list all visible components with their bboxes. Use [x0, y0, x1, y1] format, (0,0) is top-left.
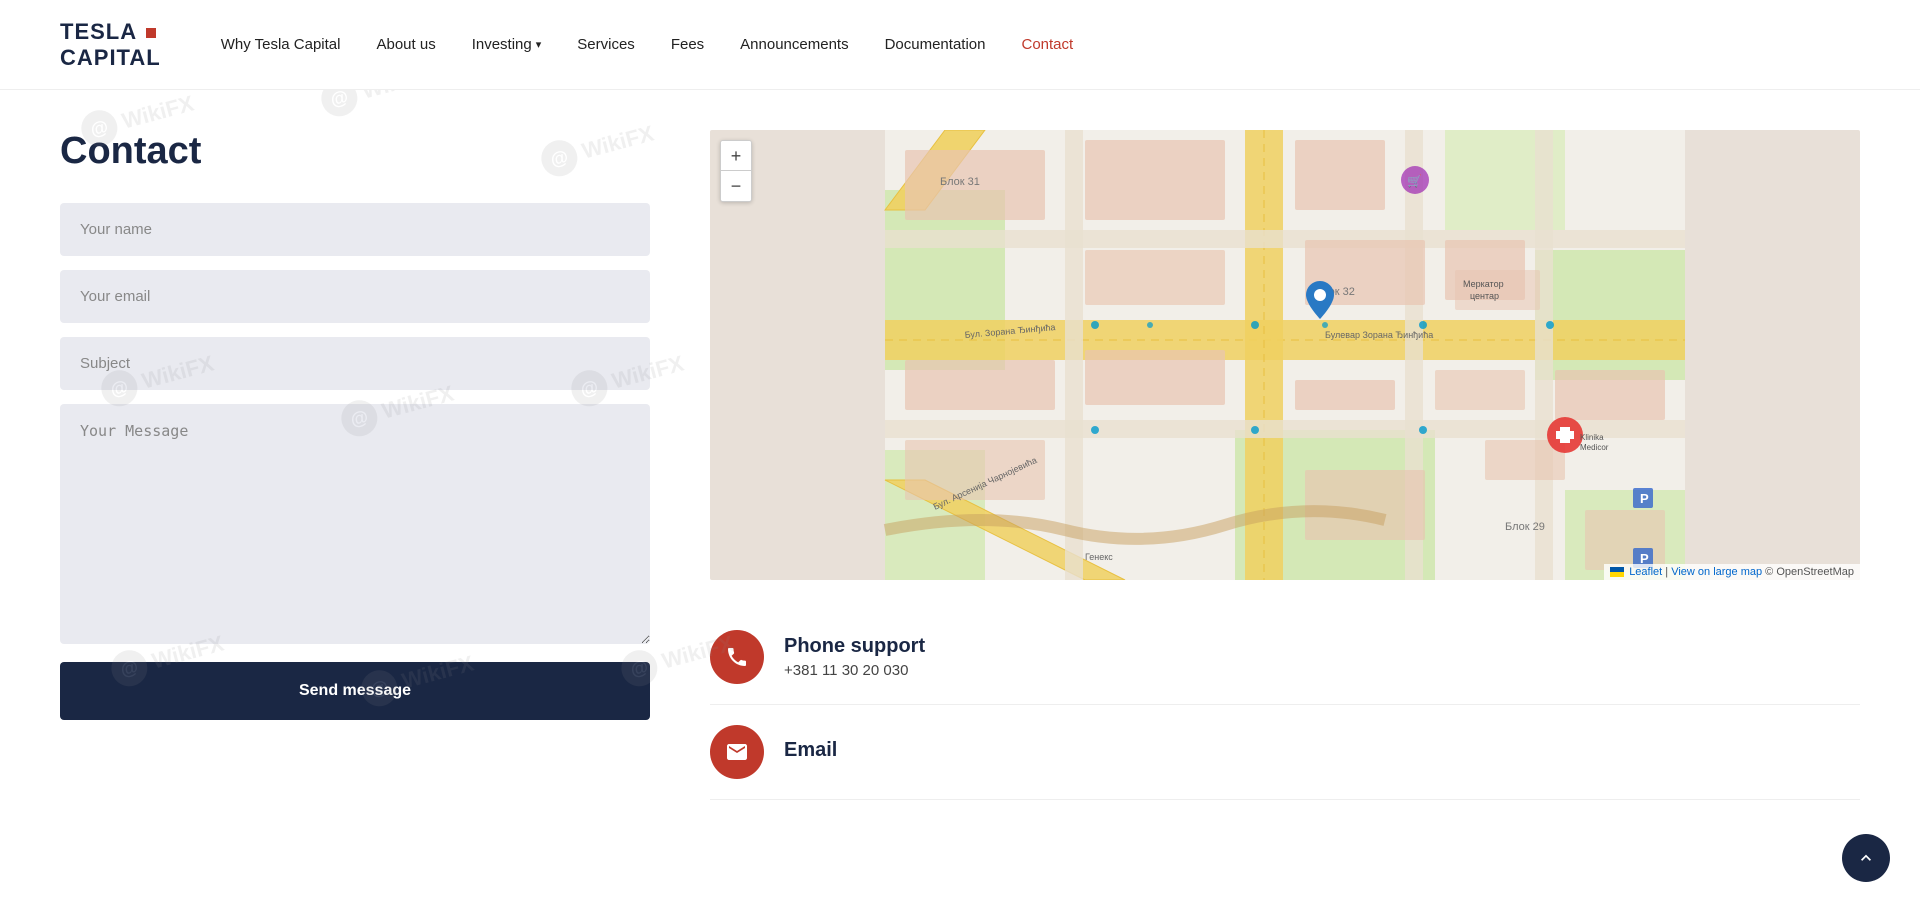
phone-number: +381 11 30 20 030	[784, 662, 925, 679]
contact-form: Send message	[60, 203, 650, 720]
email-input[interactable]	[60, 270, 650, 323]
svg-text:центар: центар	[1470, 291, 1499, 301]
osm-attribution: © OpenStreetMap	[1765, 566, 1854, 578]
send-message-button[interactable]: Send message	[60, 662, 650, 720]
chevron-up-icon	[1856, 848, 1876, 868]
email-item: Email	[710, 705, 1860, 800]
zoom-in-button[interactable]: +	[721, 141, 751, 171]
nav-about-us[interactable]: About us	[376, 36, 435, 53]
map-svg: P P 🛒 Меркатор центар Klinika Medicor Бл…	[710, 130, 1860, 580]
svg-text:P: P	[1640, 491, 1649, 506]
name-input[interactable]	[60, 203, 650, 256]
svg-text:Блок 29: Блок 29	[1505, 521, 1545, 533]
nav-links: Why Tesla Capital About us Investing ▾ S…	[221, 36, 1860, 53]
svg-text:Булевар Зорана Ђинђића: Булевар Зорана Ђинђића	[1325, 330, 1433, 340]
phone-support-item: Phone support +381 11 30 20 030	[710, 610, 1860, 705]
subject-input[interactable]	[60, 337, 650, 390]
svg-text:Блок 31: Блок 31	[940, 176, 980, 188]
email-icon	[725, 740, 749, 764]
logo-line1: TESLA	[60, 19, 136, 44]
email-info-text: Email	[784, 739, 837, 766]
svg-text:Генекс: Генекс	[1085, 552, 1113, 562]
chevron-down-icon: ▾	[536, 38, 542, 51]
contact-info: Phone support +381 11 30 20 030 Email	[710, 610, 1860, 800]
map-zoom-controls: + −	[720, 140, 752, 202]
map-container: P P 🛒 Меркатор центар Klinika Medicor Бл…	[710, 130, 1860, 580]
map-attribution: Leaflet | View on large map © OpenStreet…	[1604, 564, 1860, 580]
nav-fees[interactable]: Fees	[671, 36, 704, 53]
logo-dot	[146, 28, 156, 38]
nav-contact[interactable]: Contact	[1021, 36, 1073, 53]
navbar: TESLA CAPITAL Why Tesla Capital About us…	[0, 0, 1920, 90]
email-title: Email	[784, 739, 837, 762]
view-large-map-link[interactable]: View on large map	[1671, 566, 1762, 578]
right-side: P P 🛒 Меркатор центар Klinika Medicor Бл…	[710, 130, 1860, 800]
main-content: Contact Send message	[0, 90, 1920, 840]
form-side: Contact Send message	[60, 130, 650, 800]
message-textarea[interactable]	[60, 404, 650, 644]
logo-line2: CAPITAL	[60, 45, 161, 70]
nav-announcements[interactable]: Announcements	[740, 36, 848, 53]
leaflet-link[interactable]: Leaflet	[1629, 566, 1662, 578]
zoom-out-button[interactable]: −	[721, 171, 751, 201]
page-title: Contact	[60, 130, 650, 173]
logo[interactable]: TESLA CAPITAL	[60, 19, 161, 70]
phone-icon-circle	[710, 630, 764, 684]
svg-text:Klinika: Klinika	[1580, 433, 1604, 442]
nav-why-tesla[interactable]: Why Tesla Capital	[221, 36, 341, 53]
nav-documentation[interactable]: Documentation	[885, 36, 986, 53]
svg-text:Меркатор: Меркатор	[1463, 279, 1504, 289]
nav-investing[interactable]: Investing ▾	[472, 36, 542, 53]
phone-icon	[725, 645, 749, 669]
email-icon-circle	[710, 725, 764, 779]
phone-support-title: Phone support	[784, 635, 925, 658]
scroll-to-top-button[interactable]	[1842, 834, 1890, 882]
phone-info-text: Phone support +381 11 30 20 030	[784, 635, 925, 679]
svg-text:Medicor: Medicor	[1580, 443, 1609, 452]
nav-services[interactable]: Services	[577, 36, 635, 53]
svg-text:🛒: 🛒	[1407, 174, 1422, 188]
map-location-marker	[1306, 281, 1334, 324]
